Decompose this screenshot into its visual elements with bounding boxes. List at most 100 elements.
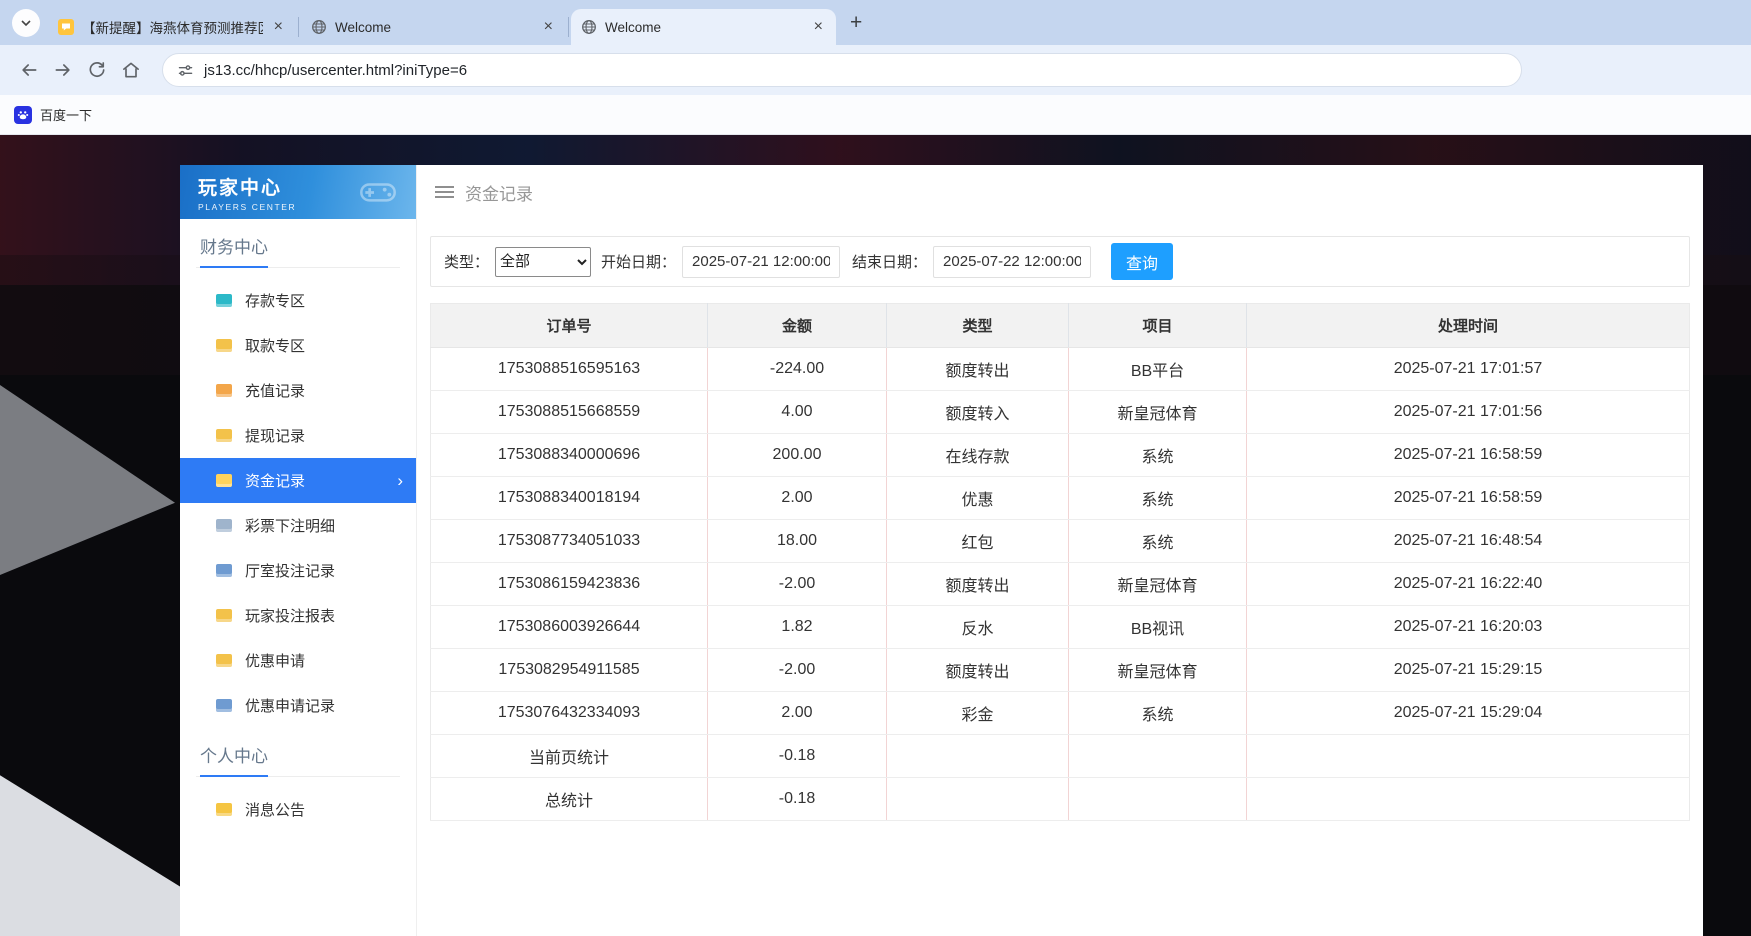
table-cell: 2025-07-21 15:29:15 — [1247, 649, 1690, 692]
gamepad-icon — [352, 172, 404, 212]
sidebar-item-label: 消息公告 — [245, 799, 305, 820]
sidebar-item-withdraw-zone[interactable]: 取款专区 — [180, 323, 416, 368]
withdrawal-record-icon — [216, 429, 232, 442]
table-cell: 反水 — [887, 606, 1069, 649]
sidebar-section-label: 个人中心 — [200, 742, 268, 777]
sidebar-item-deposit-zone[interactable]: 存款专区 — [180, 278, 416, 323]
table-cell — [887, 778, 1069, 821]
sidebar-item-hall-bet-record[interactable]: 厅室投注记录 — [180, 548, 416, 593]
table-cell: 2025-07-21 16:58:59 — [1247, 434, 1690, 477]
browser-tab-1[interactable]: 【新提醒】海燕体育预测推荐区 × — [48, 9, 296, 45]
table-cell: 额度转入 — [887, 391, 1069, 434]
table-cell: 2025-07-21 16:22:40 — [1247, 563, 1690, 606]
table-header-cell: 类型 — [887, 304, 1069, 348]
table-cell: 额度转出 — [887, 563, 1069, 606]
recharge-record-icon — [216, 384, 232, 397]
user-center-panel: 玩家中心 PLAYERS CENTER 财务中心存款专区取款专区充值记录提现记录… — [180, 165, 1703, 936]
table-cell: -2.00 — [708, 649, 887, 692]
sidebar-item-label: 取款专区 — [245, 335, 305, 356]
promo-apply-icon — [216, 654, 232, 667]
type-label: 类型： — [444, 251, 489, 272]
back-button[interactable] — [12, 53, 46, 87]
table-row: 当前页统计-0.18 — [431, 735, 1690, 778]
table-row: 总统计-0.18 — [431, 778, 1690, 821]
table-cell: 1753088515668559 — [431, 391, 708, 434]
end-date-input[interactable] — [933, 246, 1091, 278]
tab-separator — [298, 17, 299, 37]
table-cell: 1753088516595163 — [431, 348, 708, 391]
sidebar-item-label: 彩票下注明细 — [245, 515, 335, 536]
search-button[interactable]: 查询 — [1111, 243, 1173, 280]
tab-title: Welcome — [605, 20, 803, 35]
sidebar-item-message-announcement[interactable]: 消息公告 — [180, 787, 416, 832]
table-body: 1753088516595163-224.00额度转出BB平台2025-07-2… — [431, 348, 1690, 821]
sidebar-item-player-bet-report[interactable]: 玩家投注报表 — [180, 593, 416, 638]
sidebar-section-label: 财务中心 — [200, 233, 268, 268]
page-title: 资金记录 — [465, 180, 533, 205]
new-tab-button[interactable]: + — [850, 12, 862, 33]
tab-strip: 【新提醒】海燕体育预测推荐区 × Welcome × Welcome × + — [0, 0, 1751, 45]
sidebar-item-funds-record[interactable]: 资金记录› — [180, 458, 416, 503]
forward-button[interactable] — [46, 53, 80, 87]
table-cell: 1753082954911585 — [431, 649, 708, 692]
table-cell: 1753076432334093 — [431, 692, 708, 735]
message-announcement-icon — [216, 803, 232, 816]
browser-tab-3-active[interactable]: Welcome × — [571, 9, 836, 45]
sidebar-item-label: 优惠申请记录 — [245, 695, 335, 716]
hamburger-menu-icon[interactable] — [435, 186, 454, 198]
sidebar-item-promo-apply[interactable]: 优惠申请 — [180, 638, 416, 683]
tab-close-icon[interactable]: × — [541, 19, 556, 35]
start-date-input[interactable] — [682, 246, 840, 278]
sidebar-item-label: 厅室投注记录 — [245, 560, 335, 581]
table-cell: 额度转出 — [887, 348, 1069, 391]
address-bar[interactable]: js13.cc/hhcp/usercenter.html?iniType=6 — [162, 53, 1522, 87]
table-cell: 2.00 — [708, 477, 887, 520]
bookmarks-bar: 百度一下 — [0, 95, 1751, 135]
type-select[interactable]: 全部 — [495, 247, 591, 277]
table-cell: 2025-07-21 17:01:56 — [1247, 391, 1690, 434]
end-date-label: 结束日期： — [852, 251, 927, 272]
table-cell: 系统 — [1069, 692, 1247, 735]
tab-close-icon[interactable]: × — [811, 19, 826, 35]
sidebar-item-lottery-bet-detail[interactable]: 彩票下注明细 — [180, 503, 416, 548]
table-row: 1753088516595163-224.00额度转出BB平台2025-07-2… — [431, 348, 1690, 391]
main-content: 资金记录 类型： 全部 开始日期： 结束日期： 查询 — [417, 165, 1703, 936]
tab-search-button[interactable] — [12, 9, 40, 37]
table-cell: 1753086159423836 — [431, 563, 708, 606]
sidebar-item-recharge-record[interactable]: 充值记录 — [180, 368, 416, 413]
funds-record-table: 订单号金额类型项目处理时间 1753088516595163-224.00额度转… — [430, 303, 1690, 821]
url-text[interactable]: js13.cc/hhcp/usercenter.html?iniType=6 — [204, 62, 467, 79]
tab-title: Welcome — [335, 20, 533, 35]
sidebar-item-promo-apply-record[interactable]: 优惠申请记录 — [180, 683, 416, 728]
table-cell: 系统 — [1069, 520, 1247, 563]
table-cell — [1247, 778, 1690, 821]
table-cell: 优惠 — [887, 477, 1069, 520]
bookmark-baidu[interactable]: 百度一下 — [14, 105, 92, 124]
table-cell: BB平台 — [1069, 348, 1247, 391]
table-cell: BB视讯 — [1069, 606, 1247, 649]
table-cell: -0.18 — [708, 778, 887, 821]
sidebar-item-withdrawal-record[interactable]: 提现记录 — [180, 413, 416, 458]
table-cell: 在线存款 — [887, 434, 1069, 477]
table-cell: 新皇冠体育 — [1069, 563, 1247, 606]
table-header-cell: 订单号 — [431, 304, 708, 348]
home-button[interactable] — [114, 53, 148, 87]
reload-button[interactable] — [80, 53, 114, 87]
yellow-message-favicon — [58, 19, 74, 35]
site-settings-icon[interactable] — [177, 62, 194, 79]
sidebar-item-label: 优惠申请 — [245, 650, 305, 671]
table-cell: 1753088340018194 — [431, 477, 708, 520]
sidebar-section-title: 个人中心 — [196, 728, 400, 777]
table-row: 1753088340000696200.00在线存款系统2025-07-21 1… — [431, 434, 1690, 477]
table-header-row: 订单号金额类型项目处理时间 — [431, 304, 1690, 348]
globe-favicon — [581, 19, 597, 35]
tab-separator — [568, 17, 569, 37]
sidebar-item-label: 提现记录 — [245, 425, 305, 446]
browser-tab-2[interactable]: Welcome × — [301, 9, 566, 45]
browser-window: 【新提醒】海燕体育预测推荐区 × Welcome × Welcome × + — [0, 0, 1751, 936]
table-cell: 系统 — [1069, 477, 1247, 520]
table-cell: 2025-07-21 16:20:03 — [1247, 606, 1690, 649]
tab-close-icon[interactable]: × — [271, 19, 286, 35]
globe-favicon — [311, 19, 327, 35]
sidebar: 玩家中心 PLAYERS CENTER 财务中心存款专区取款专区充值记录提现记录… — [180, 165, 417, 936]
